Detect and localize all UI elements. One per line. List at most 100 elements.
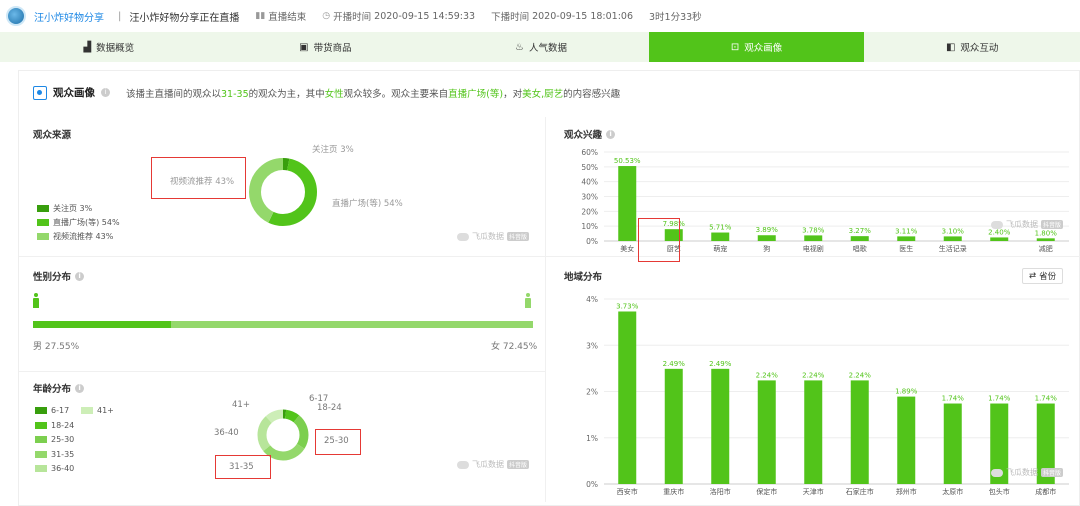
watermark-tag: 抖音版 bbox=[507, 232, 530, 241]
legend-swatch bbox=[35, 436, 47, 443]
bar-value-label: 2.49% bbox=[709, 360, 732, 368]
bar bbox=[804, 235, 823, 241]
summary-highlight: 美女,厨艺 bbox=[522, 88, 564, 100]
x-tick-label: 成都市 bbox=[1035, 487, 1056, 496]
watermark-text: 飞瓜数据 bbox=[1006, 468, 1038, 477]
x-tick-label: 减肥 bbox=[1039, 244, 1053, 253]
info-icon[interactable]: i bbox=[606, 129, 616, 139]
gender-ratio-bar bbox=[33, 321, 533, 328]
tab-data-overview[interactable]: ▟ 数据概览 bbox=[0, 32, 218, 62]
bar bbox=[943, 403, 962, 484]
end-time: 下播时间 2020-09-15 18:01:06 bbox=[491, 9, 633, 24]
legend-item[interactable]: 25-30 bbox=[35, 435, 74, 444]
x-tick-label: 天津市 bbox=[803, 487, 824, 496]
legend-item[interactable]: 36-40 bbox=[35, 464, 74, 473]
summary-text: 该播主直播间的观众以 bbox=[126, 88, 222, 100]
bar bbox=[897, 236, 916, 241]
legend-swatch bbox=[37, 205, 49, 212]
y-tick-label: 20% bbox=[581, 207, 598, 216]
tab-audience-interaction[interactable]: ◧ 观众互动 bbox=[864, 32, 1080, 62]
panel-title: 观众画像 bbox=[53, 87, 95, 99]
end-time-label: 下播时间 bbox=[491, 12, 530, 23]
tab-bar: ▟ 数据概览 ▣ 带货商品 ♨ 人气数据 ⊡ 观众画像 ◧ 观众互动 bbox=[0, 32, 1080, 62]
interest-title-text: 观众兴趣 bbox=[564, 130, 603, 141]
watermark-logo-icon bbox=[457, 460, 469, 469]
info-icon[interactable]: i bbox=[101, 88, 110, 97]
tab-audience-portrait[interactable]: ⊡ 观众画像 bbox=[648, 32, 865, 62]
x-tick-label: 医生 bbox=[899, 244, 913, 253]
legend-swatch bbox=[35, 465, 47, 472]
bar-value-label: 2.24% bbox=[849, 371, 872, 379]
age-label-41-plus: 41+ bbox=[232, 400, 250, 410]
live-title: 汪小炸好物分享正在直播 bbox=[129, 12, 240, 24]
watermark-text: 飞瓜数据 bbox=[472, 232, 504, 241]
start-time-label: 开播时间 bbox=[333, 12, 372, 23]
region-section-title: 地域分布 bbox=[564, 269, 602, 283]
x-tick-label: 狗 bbox=[763, 244, 770, 253]
y-tick-label: 1% bbox=[586, 434, 598, 443]
legend-text: 36-40 bbox=[51, 464, 75, 473]
streamer-avatar[interactable] bbox=[6, 6, 26, 26]
swap-icon: ⇄ bbox=[1029, 271, 1037, 281]
legend-item[interactable]: 关注页 3% bbox=[37, 203, 92, 214]
watermark-logo-icon bbox=[457, 232, 469, 241]
summary-text: ，对 bbox=[503, 88, 523, 100]
legend-text: 18-24 bbox=[51, 421, 75, 430]
bar-value-label: 3.11% bbox=[895, 227, 918, 235]
summary-text: 的观众为主，其中 bbox=[248, 88, 325, 100]
female-icon bbox=[525, 293, 531, 308]
legend-item[interactable]: 直播广场(等) 54% bbox=[37, 217, 120, 228]
bar bbox=[850, 380, 869, 484]
legend-swatch bbox=[35, 451, 47, 458]
column-divider bbox=[545, 117, 546, 502]
bar-value-label: 2.24% bbox=[802, 371, 825, 379]
x-tick-label: 唱歌 bbox=[853, 244, 867, 253]
male-ratio-fill bbox=[33, 321, 171, 328]
watermark-text: 飞瓜数据 bbox=[472, 460, 504, 469]
y-tick-label: 60% bbox=[581, 148, 598, 157]
x-tick-label: 包头市 bbox=[989, 487, 1010, 496]
clock-icon: ◷ bbox=[322, 11, 331, 21]
watermark-tag: 抖音版 bbox=[507, 460, 530, 469]
streamer-name-link[interactable]: 汪小炸好物分享 bbox=[34, 9, 104, 24]
info-icon[interactable]: i bbox=[75, 383, 85, 393]
legend-item[interactable]: 18-24 bbox=[35, 421, 74, 430]
bar bbox=[897, 396, 916, 484]
bar bbox=[1036, 238, 1055, 241]
legend-item[interactable]: 视频流推荐 43% bbox=[37, 231, 113, 242]
legend-text: 关注页 3% bbox=[53, 204, 93, 213]
female-pct-label: 女 72.45% bbox=[491, 342, 538, 352]
info-icon[interactable]: i bbox=[75, 271, 85, 281]
source-donut bbox=[249, 158, 317, 226]
y-tick-label: 50% bbox=[581, 163, 598, 172]
live-duration: 3时1分33秒 bbox=[649, 12, 702, 23]
legend-text: 25-30 bbox=[51, 435, 75, 444]
legend-item[interactable]: 41+ bbox=[81, 406, 114, 415]
x-tick-label: 重庆市 bbox=[663, 487, 684, 496]
legend-swatch bbox=[81, 407, 93, 414]
watermark: 飞瓜数据 抖音版 bbox=[991, 467, 1064, 478]
province-toggle-button[interactable]: ⇄ 省份 bbox=[1022, 268, 1064, 284]
start-time-value: 2020-09-15 14:59:33 bbox=[374, 10, 476, 22]
tab-products[interactable]: ▣ 带货商品 bbox=[218, 32, 434, 62]
legend-item[interactable]: 31-35 bbox=[35, 450, 74, 459]
x-tick-label: 萌宠 bbox=[713, 244, 727, 253]
y-tick-label: 4% bbox=[586, 295, 598, 304]
highlight-box bbox=[638, 218, 680, 262]
y-tick-label: 40% bbox=[581, 178, 598, 187]
age-donut-slices bbox=[257, 409, 309, 461]
province-toggle-label: 省份 bbox=[1039, 272, 1057, 282]
bar bbox=[757, 380, 776, 484]
legend-swatch bbox=[35, 422, 47, 429]
source-label-square: 直播广场(等) 54% bbox=[332, 199, 403, 209]
interaction-icon: ◧ bbox=[945, 41, 956, 53]
age-label-36-40: 36-40 bbox=[214, 428, 239, 438]
tab-label: 人气数据 bbox=[528, 43, 567, 54]
legend-swatch bbox=[35, 407, 47, 414]
bar bbox=[757, 235, 776, 241]
age-section-title: 年龄分布 i bbox=[33, 381, 85, 395]
legend-item[interactable]: 6-17 bbox=[35, 406, 69, 415]
flame-icon: ♨ bbox=[514, 41, 524, 53]
tab-popularity[interactable]: ♨ 人气数据 bbox=[433, 32, 649, 62]
bar bbox=[990, 237, 1009, 241]
